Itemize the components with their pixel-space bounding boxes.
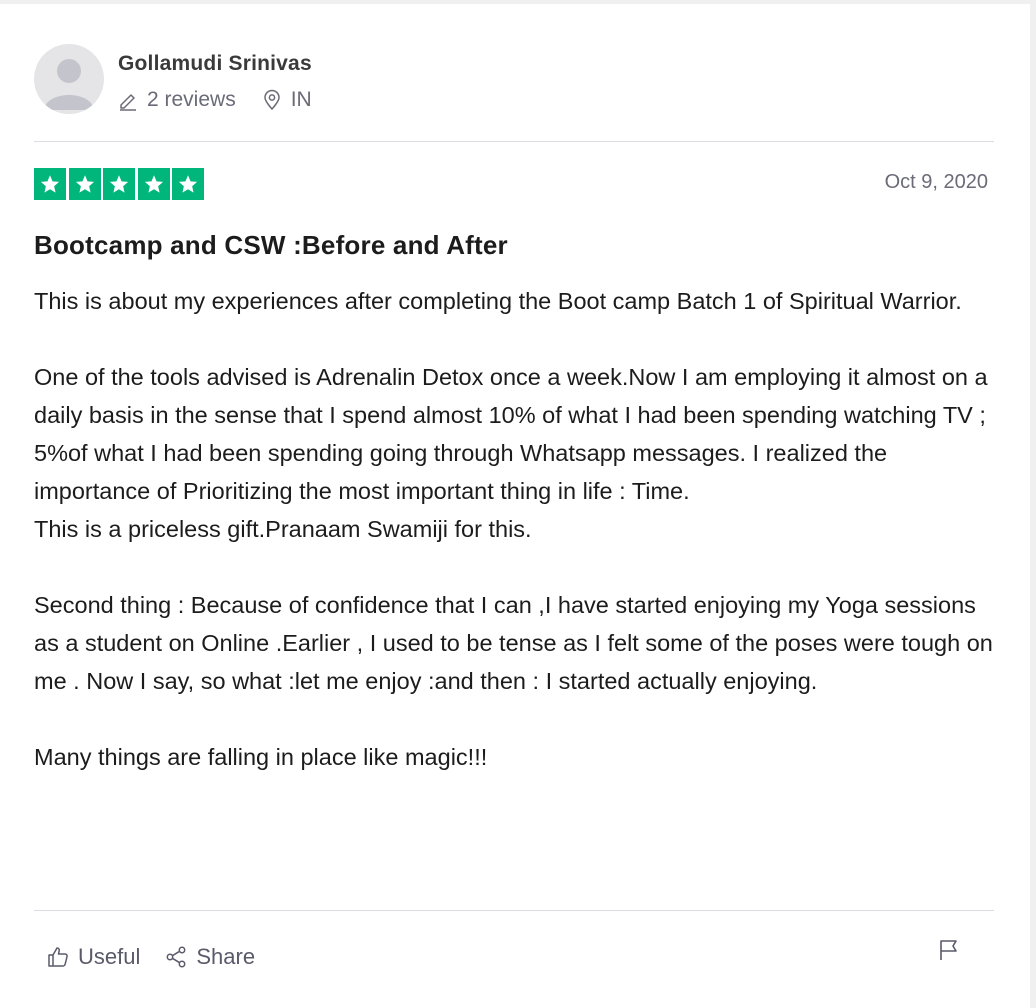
reviewer-location: IN: [262, 88, 312, 112]
thumbs-up-icon: [48, 947, 68, 967]
review-paragraph: Many things are falling in place like ma…: [34, 744, 488, 770]
review-date: Oct 9, 2020: [884, 171, 988, 193]
pencil-icon: [120, 94, 136, 111]
review-title[interactable]: Bootcamp and CSW :Before and After: [34, 230, 508, 261]
useful-button[interactable]: Useful: [46, 944, 140, 970]
review-card: Gollamudi Srinivas 2 reviews IN Oct 9, 2…: [0, 4, 1030, 1008]
review-paragraph: One of the tools advised is Adrenalin De…: [34, 364, 988, 504]
review-body: This is about my experiences after compl…: [34, 282, 996, 776]
share-label: Share: [196, 944, 256, 969]
location-pin-icon: [263, 89, 280, 111]
reviewer-meta: 2 reviews IN: [118, 88, 338, 112]
review-count-label: 2 reviews: [147, 88, 236, 111]
star-icon: [103, 168, 135, 200]
share-button[interactable]: Share: [164, 944, 255, 970]
review-actions: Useful Share: [46, 944, 279, 970]
review-paragraph: Second thing : Because of confidence tha…: [34, 592, 993, 694]
country-label: IN: [290, 88, 312, 111]
reviewer-name[interactable]: Gollamudi Srinivas: [118, 52, 312, 76]
avatar-placeholder-icon: [44, 59, 94, 110]
reviewer-header: Gollamudi Srinivas 2 reviews IN: [34, 44, 994, 140]
star-icon: [34, 168, 66, 200]
review-paragraph: This is a priceless gift.Pranaam Swamiji…: [34, 516, 532, 542]
review-count: 2 reviews: [118, 88, 236, 112]
footer-divider: [34, 910, 994, 911]
review-paragraph: This is about my experiences after compl…: [34, 288, 962, 314]
star-icon: [172, 168, 204, 200]
star-rating: [34, 168, 207, 200]
useful-label: Useful: [78, 944, 141, 969]
report-flag-button[interactable]: [938, 938, 960, 967]
avatar[interactable]: [34, 44, 104, 114]
header-divider: [34, 141, 994, 142]
share-icon: [166, 946, 186, 968]
star-icon: [137, 168, 170, 200]
star-icon: [68, 168, 101, 200]
flag-icon: [940, 940, 957, 960]
